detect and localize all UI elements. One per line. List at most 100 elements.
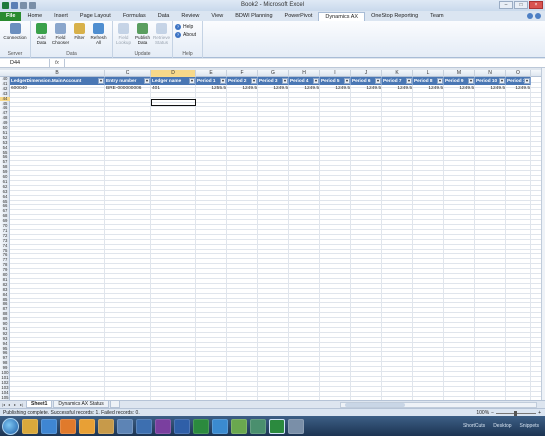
tab-team[interactable]: Team [424,12,449,21]
column-header-d[interactable]: D [151,70,196,77]
active-cell[interactable] [151,98,196,107]
column-header-b[interactable]: B [10,70,105,77]
column-header-f[interactable]: F [227,70,258,77]
insert-sheet-icon[interactable] [109,401,120,408]
table-cell[interactable]: 1249.5 [227,85,258,92]
tab-bdwi-planning[interactable]: BDWI Planning [229,12,278,21]
table-header-cell[interactable]: Period 1 ▾ [196,77,227,85]
outlook-taskbar-icon[interactable] [79,418,95,434]
sheet-tab-dynamics-ax-status[interactable]: Dynamics AX Status [53,401,109,408]
filter-dropdown-icon[interactable]: ▾ [344,78,350,84]
table-header-cell[interactable]: Period 5 ▾ [320,77,351,85]
column-header-k[interactable]: K [382,70,413,77]
table-cell[interactable]: BRE-000000006 [105,85,151,92]
tab-formulas[interactable]: Formulas [117,12,152,21]
vertical-scrollbar[interactable] [541,68,545,400]
filter-dropdown-icon[interactable]: ▾ [375,78,381,84]
media-taskbar-icon[interactable] [60,418,76,434]
table-cell[interactable]: 600040 [10,85,105,92]
people-taskbar-icon[interactable] [117,418,133,434]
tab-review[interactable]: Review [175,12,205,21]
table-header-cell[interactable]: Period 2 ▾ [227,77,258,85]
column-header-g[interactable]: G [258,70,289,77]
help-button[interactable]: ? Help [175,24,196,30]
first-sheet-icon[interactable]: |◂ [2,402,7,407]
filter-dropdown-icon[interactable]: ▾ [220,78,226,84]
table-cell[interactable]: 401 [151,85,196,92]
filter-dropdown-icon[interactable]: ▾ [437,78,443,84]
table-header-cell[interactable]: Period 3 ▾ [258,77,289,85]
table-header-cell[interactable]: Period 1 ▾ [506,77,531,85]
tab-view[interactable]: View [205,12,229,21]
table-cell[interactable]: 1249.5 [351,85,382,92]
table-cell[interactable]: 1249.5 [413,85,444,92]
excel-taskbar-icon[interactable] [193,418,209,434]
onenote-taskbar-icon[interactable] [155,418,171,434]
filter-dropdown-icon[interactable]: ▾ [313,78,319,84]
column-header-l[interactable]: L [413,70,444,77]
column-header-c[interactable]: C [105,70,151,77]
globe-taskbar-icon[interactable] [212,418,228,434]
horizontal-scroll-thumb[interactable] [345,403,405,407]
tab-page-layout[interactable]: Page Layout [74,12,117,21]
name-box[interactable]: D44 [0,59,50,67]
table-cell[interactable]: 1249.5 [506,85,531,92]
table-cell[interactable]: 1255.5 [196,85,227,92]
column-header-m[interactable]: M [444,70,475,77]
tab-file[interactable]: File [0,12,22,21]
app2-taskbar-icon[interactable] [250,418,266,434]
word-taskbar-icon[interactable] [174,418,190,434]
about-button[interactable]: ? About [175,32,196,38]
tray-desktop[interactable]: Desktop [493,423,511,429]
filter-dropdown-icon[interactable]: ▾ [98,78,104,84]
sharepoint-taskbar-icon[interactable] [136,418,152,434]
tab-dynamics-ax[interactable]: Dynamics AX [318,12,366,21]
table-header-cell[interactable]: Period 9 ▾ [444,77,475,85]
table-cell[interactable]: 1249.5 [258,85,289,92]
help-icon[interactable] [535,13,541,19]
table-header-cell[interactable]: Period 6 ▾ [351,77,382,85]
table-header-cell[interactable]: Period 4 ▾ [289,77,320,85]
app-taskbar-icon[interactable] [231,418,247,434]
formula-input[interactable] [64,59,545,67]
zoom-slider-knob[interactable] [514,410,518,416]
column-header-o[interactable]: O [506,70,531,77]
table-header-cell[interactable]: Period 7 ▾ [382,77,413,85]
start-button[interactable] [2,417,19,435]
prev-sheet-icon[interactable]: ◂ [8,402,13,407]
tray-shortcuts[interactable]: ShortCuts [463,423,485,429]
filter-dropdown-icon[interactable]: ▾ [468,78,474,84]
table-header-cell[interactable]: Ledger name ▾ [151,77,196,85]
excel-active-taskbar-icon[interactable] [269,418,285,434]
minimize-ribbon-icon[interactable] [527,13,533,19]
tab-data[interactable]: Data [152,12,176,21]
table-header-cell[interactable]: Entry number ▾ [105,77,151,85]
last-sheet-icon[interactable]: ▸| [20,402,25,407]
column-header-e[interactable]: E [196,70,227,77]
tab-insert[interactable]: Insert [48,12,74,21]
filter-dropdown-icon[interactable]: ▾ [189,78,195,84]
fx-icon[interactable]: fx [50,60,64,66]
filter-dropdown-icon[interactable]: ▾ [282,78,288,84]
column-header-h[interactable]: H [289,70,320,77]
zoom-slider[interactable] [496,410,537,416]
next-sheet-icon[interactable]: ▸ [14,402,19,407]
column-header-n[interactable]: N [475,70,506,77]
filter-dropdown-icon[interactable]: ▾ [499,78,505,84]
table-header-cell[interactable]: LedgerDimension.MainAccount ▾ [10,77,105,85]
maximize-button[interactable]: □ [514,1,528,9]
tool-taskbar-icon[interactable] [288,418,304,434]
table-header-cell[interactable]: Period 8 ▾ [413,77,444,85]
table-cell[interactable]: 1249.5 [475,85,506,92]
explorer-taskbar-icon[interactable] [22,418,38,434]
table-cell[interactable]: 1249.5 [444,85,475,92]
folder-taskbar-icon[interactable] [98,418,114,434]
tray-snippets[interactable]: Snippets [520,423,539,429]
column-header-i[interactable]: I [320,70,351,77]
cell-area[interactable]: LedgerDimension.MainAccount ▾ Entry number… [10,77,541,400]
filter-dropdown-icon[interactable]: ▾ [144,78,150,84]
minimize-button[interactable]: – [499,1,513,9]
table-cell[interactable]: 1249.5 [320,85,351,92]
table-cell[interactable]: 1249.5 [289,85,320,92]
tab-onestop-reporting[interactable]: OneStop Reporting [365,12,424,21]
